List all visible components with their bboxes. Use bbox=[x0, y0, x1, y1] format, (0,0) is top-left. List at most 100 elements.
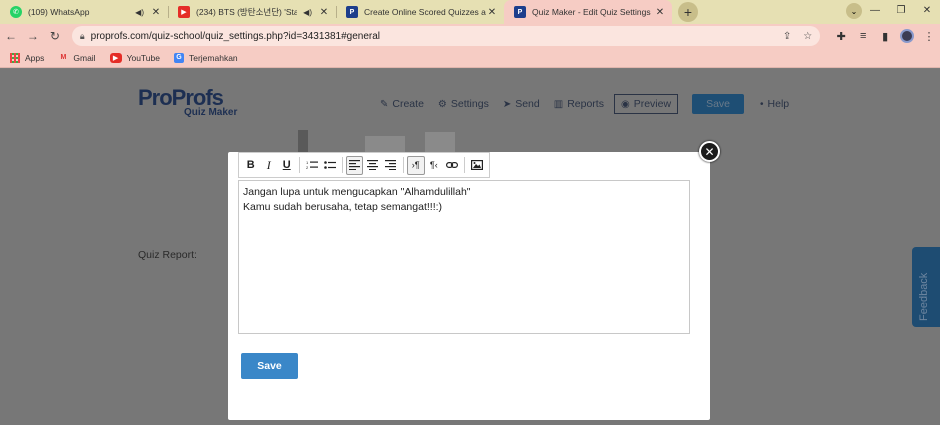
nav-create[interactable]: ✎ Create bbox=[380, 98, 424, 110]
main-nav: ✎ Create ⚙ Settings ➤ Send ▥ Reports ◉ P… bbox=[380, 94, 803, 114]
gmail-icon: M bbox=[60, 54, 67, 61]
lock-icon[interactable]: 🔒︎ bbox=[80, 31, 85, 42]
speaker-icon[interactable]: ◀) bbox=[135, 8, 144, 17]
preview-button[interactable]: ◉ Preview bbox=[613, 94, 679, 114]
toolbar-divider bbox=[299, 157, 300, 173]
header-save-button[interactable]: Save bbox=[692, 94, 744, 114]
forward-icon[interactable]: → bbox=[22, 29, 44, 43]
thumbnail bbox=[425, 132, 455, 154]
tab-title: Create Online Scored Quizzes an bbox=[364, 7, 486, 17]
avatar[interactable] bbox=[900, 29, 915, 43]
italic-icon[interactable]: I bbox=[260, 156, 277, 175]
toolbar-divider bbox=[403, 157, 404, 173]
proprofs-icon: P bbox=[346, 6, 358, 18]
nav-label: Reports bbox=[567, 98, 604, 110]
side-panel-icon[interactable]: ▮ bbox=[874, 30, 896, 43]
bookmark-label: Terjemahkan bbox=[188, 52, 238, 63]
bookmark-translate[interactable]: G Terjemahkan bbox=[173, 52, 238, 63]
share-icon[interactable]: ⇪ bbox=[783, 31, 791, 42]
save-button[interactable]: Save bbox=[241, 353, 298, 379]
toolbar-divider bbox=[464, 157, 466, 173]
nav-help[interactable]: • Help bbox=[760, 98, 789, 110]
tab-whatsapp[interactable]: ✆ (109) WhatsApp ◀) ✕ bbox=[0, 0, 168, 24]
image-icon[interactable] bbox=[468, 156, 485, 175]
new-tab-button[interactable]: + bbox=[678, 2, 698, 22]
bookmark-label: YouTube bbox=[126, 52, 160, 63]
toolbar-divider bbox=[341, 157, 343, 173]
tab-search-icon[interactable]: ⌄ bbox=[846, 3, 862, 19]
nav-label: Help bbox=[767, 98, 790, 110]
nav-reports[interactable]: ▥ Reports bbox=[554, 98, 604, 110]
feedback-tab[interactable]: Feedback bbox=[912, 247, 940, 327]
thumbnail bbox=[298, 130, 308, 154]
nav-label: Send bbox=[515, 98, 540, 110]
bookmark-star-icon[interactable]: ☆ bbox=[803, 31, 812, 42]
close-tab-icon[interactable]: ✕ bbox=[150, 7, 162, 18]
text-direction-ltr-icon[interactable]: ›¶ bbox=[406, 155, 425, 175]
bookmark-youtube[interactable]: ▶ YouTube bbox=[109, 52, 160, 63]
text-direction-rtl-icon[interactable]: ¶‹ bbox=[425, 156, 442, 175]
window-controls: — ❐ ✕ bbox=[862, 0, 940, 20]
close-icon[interactable]: ✕ bbox=[699, 141, 720, 162]
minimize-icon[interactable]: — bbox=[862, 5, 888, 16]
paper-plane-icon: ➤ bbox=[502, 98, 512, 110]
bookmark-label: Apps bbox=[25, 52, 45, 63]
align-right-icon[interactable] bbox=[382, 156, 399, 175]
tab-youtube[interactable]: ▶ (234) BTS (방탄소년단) 'Stay ◀) ✕ bbox=[168, 0, 336, 24]
tab-create-quizzes[interactable]: P Create Online Scored Quizzes an ✕ bbox=[336, 0, 504, 24]
reload-icon[interactable]: ↻ bbox=[44, 29, 66, 43]
feedback-label: Feedback bbox=[918, 272, 930, 321]
whatsapp-icon: ✆ bbox=[10, 6, 22, 18]
bookmark-label: Gmail bbox=[73, 52, 96, 63]
message-editor[interactable]: Jangan lupa untuk mengucapkan "Alhamduli… bbox=[238, 180, 690, 334]
close-tab-icon[interactable]: ✕ bbox=[318, 7, 330, 18]
tab-strip: ✆ (109) WhatsApp ◀) ✕ ▶ (234) BTS (방탄소년단… bbox=[0, 0, 940, 24]
extensions-icon[interactable]: ✚ bbox=[830, 30, 852, 43]
underline-icon[interactable]: U bbox=[278, 156, 295, 175]
close-window-icon[interactable]: ✕ bbox=[914, 5, 940, 16]
bookmarks-bar: Apps M Gmail ▶ YouTube G Terjemahkan bbox=[0, 48, 940, 68]
bookmark-apps[interactable]: Apps bbox=[10, 52, 45, 63]
nav-label: Settings bbox=[450, 98, 489, 110]
proprofs-logo[interactable]: ProProfs Quiz Maker bbox=[138, 85, 237, 118]
align-left-icon[interactable] bbox=[345, 155, 364, 175]
media-control-icon[interactable]: ≡ bbox=[852, 30, 874, 42]
eye-icon: ◉ bbox=[620, 98, 630, 110]
align-center-icon[interactable] bbox=[364, 156, 381, 175]
bold-icon[interactable]: B bbox=[242, 156, 259, 175]
tab-title: (234) BTS (방탄소년단) 'Stay bbox=[196, 7, 298, 17]
apps-grid-icon bbox=[10, 52, 20, 63]
logo-sub: Quiz Maker bbox=[184, 107, 238, 118]
tab-title: Quiz Maker - Edit Quiz Settings bbox=[532, 7, 651, 17]
proprofs-icon: P bbox=[514, 6, 526, 18]
speaker-icon[interactable]: ◀) bbox=[303, 8, 312, 17]
bookmark-gmail[interactable]: M Gmail bbox=[58, 53, 95, 63]
bar-chart-icon: ▥ bbox=[553, 98, 564, 110]
nav-send[interactable]: ➤ Send bbox=[503, 98, 540, 110]
nav-label: Preview bbox=[633, 98, 672, 110]
url-text: proprofs.com/quiz-school/quiz_settings.p… bbox=[90, 30, 381, 42]
tab-quiz-settings[interactable]: P Quiz Maker - Edit Quiz Settings ✕ bbox=[504, 0, 672, 24]
editor-toolbar: B I U 12 ›¶ ¶‹ bbox=[238, 152, 490, 178]
youtube-icon: ▶ bbox=[178, 6, 190, 18]
url-input[interactable]: 🔒︎ proprofs.com/quiz-school/quiz_setting… bbox=[71, 26, 821, 46]
close-tab-icon[interactable]: ✕ bbox=[486, 7, 498, 18]
address-bar: ← → ↻ 🔒︎ proprofs.com/quiz-school/quiz_s… bbox=[0, 24, 940, 48]
svg-text:2: 2 bbox=[306, 165, 309, 170]
editor-line: Kamu sudah berusaha, tetap semangat!!!:) bbox=[243, 201, 443, 213]
gear-icon: ⚙ bbox=[437, 98, 447, 110]
link-icon[interactable] bbox=[443, 156, 460, 175]
translate-icon: G bbox=[173, 52, 184, 63]
restore-icon[interactable]: ❐ bbox=[888, 5, 914, 16]
close-tab-icon[interactable]: ✕ bbox=[654, 7, 666, 18]
quiz-report-label: Quiz Report: bbox=[138, 249, 197, 261]
back-icon[interactable]: ← bbox=[0, 29, 22, 43]
tab-title: (109) WhatsApp bbox=[28, 7, 90, 17]
menu-icon[interactable]: ⋮ bbox=[918, 30, 940, 43]
editor-line: Jangan lupa untuk mengucapkan "Alhamduli… bbox=[243, 186, 471, 198]
bullet-list-icon[interactable] bbox=[321, 156, 338, 175]
pencil-icon: ✎ bbox=[380, 98, 389, 110]
preview-thumbnails bbox=[295, 128, 475, 154]
nav-settings[interactable]: ⚙ Settings bbox=[438, 98, 489, 110]
numbered-list-icon[interactable]: 12 bbox=[303, 156, 320, 175]
